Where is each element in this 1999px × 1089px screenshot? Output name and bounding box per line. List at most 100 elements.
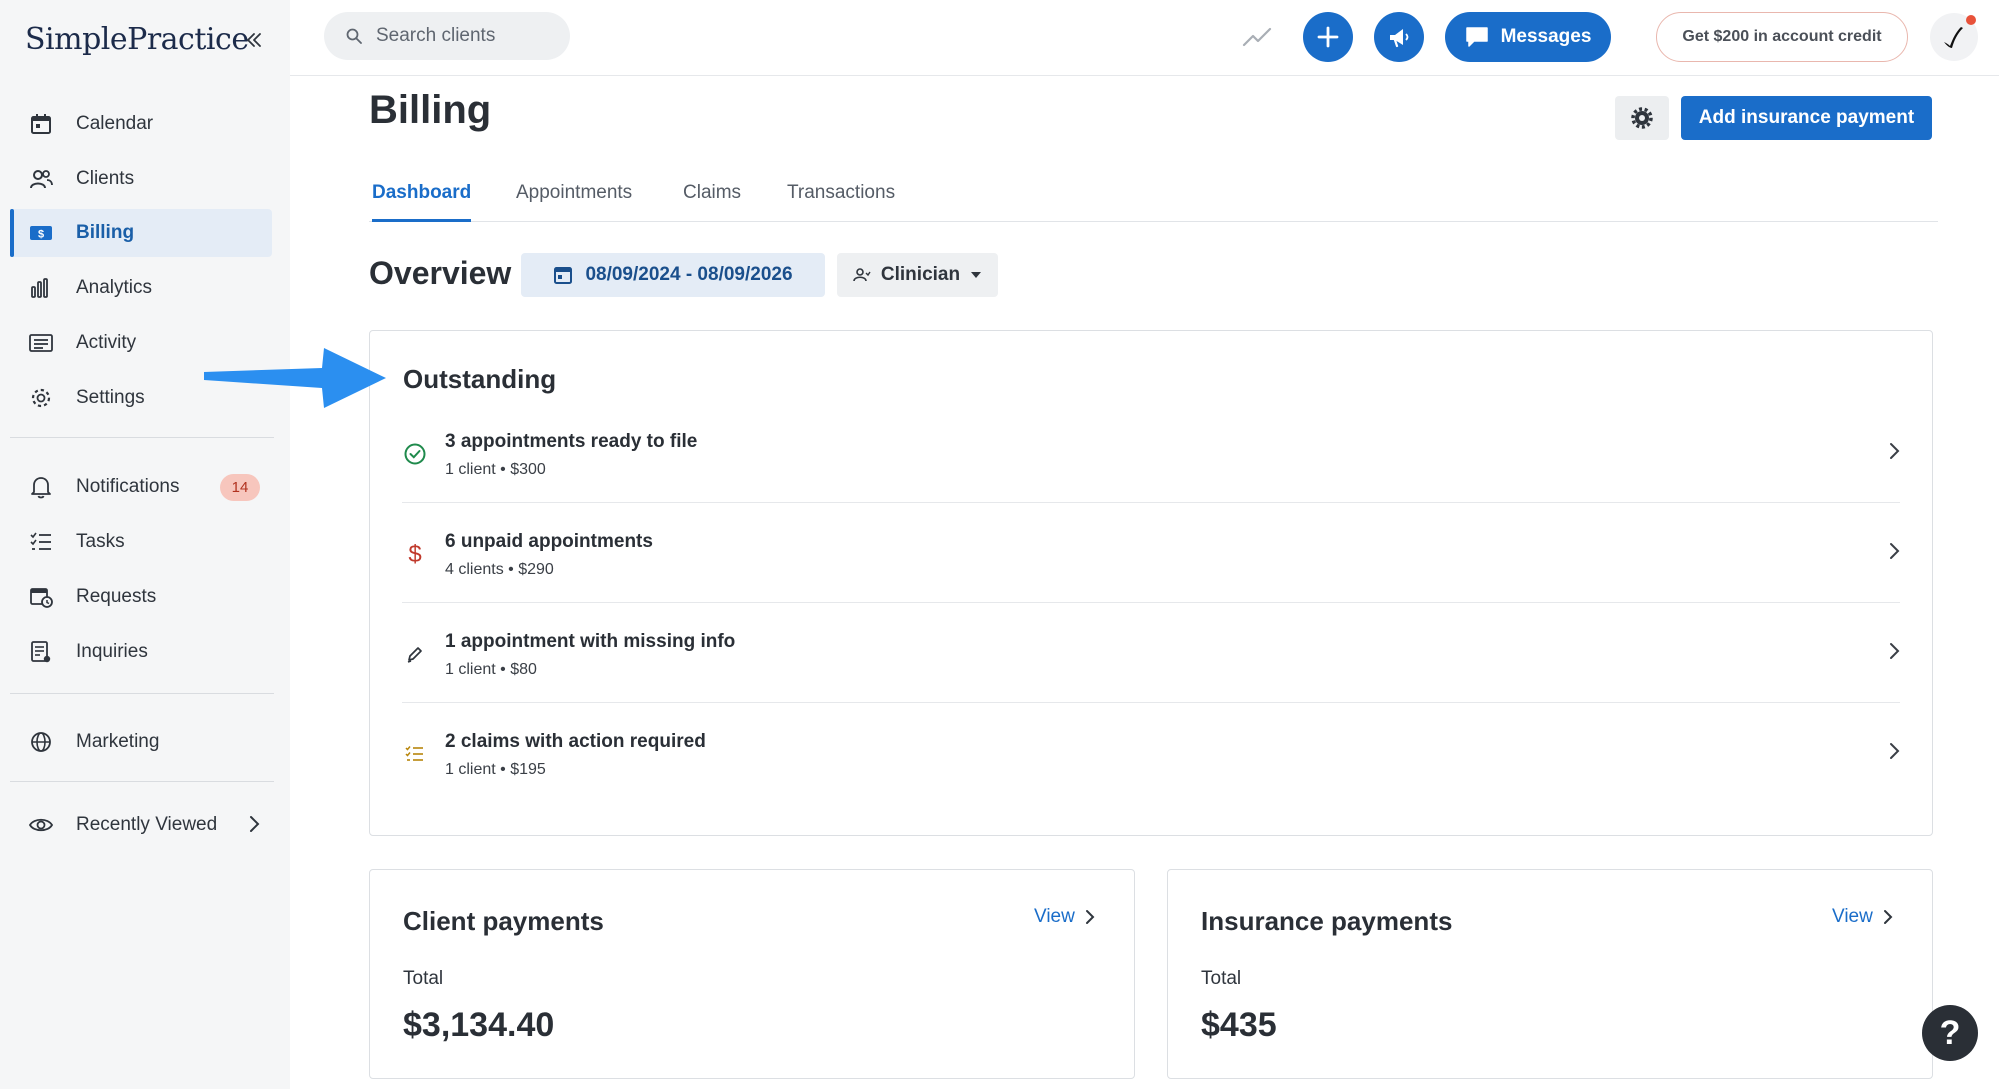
pencil-icon (402, 641, 428, 667)
clinician-icon (853, 267, 871, 283)
globe-icon (28, 729, 54, 755)
collapse-sidebar-button[interactable] (240, 26, 268, 54)
client-payments-total-value: $3,134.40 (403, 1006, 555, 1044)
calendar-icon (28, 111, 54, 137)
row-subtitle: 1 client • $300 (445, 461, 546, 478)
tab-claims[interactable]: Claims (683, 182, 741, 222)
add-insurance-payment-button[interactable]: Add insurance payment (1681, 96, 1932, 140)
row-subtitle: 4 clients • $290 (445, 561, 554, 578)
plus-icon (1317, 26, 1339, 48)
sidebar-item-label: Requests (76, 586, 157, 607)
activity-icon (28, 330, 54, 356)
chevron-right-icon (1888, 541, 1900, 561)
sidebar-item-label: Clients (76, 168, 135, 189)
calendar-icon (553, 265, 573, 285)
sidebar-item-recently-viewed[interactable]: Recently Viewed (10, 801, 272, 849)
help-button[interactable]: ? (1922, 1005, 1978, 1061)
chevron-right-icon (1085, 909, 1095, 925)
outstanding-row-unpaid[interactable]: $ 6 unpaid appointments 4 clients • $290 (402, 503, 1900, 603)
sidebar: SimplePractice Calendar Clients $ Billin… (0, 0, 290, 1089)
sidebar-item-billing[interactable]: $ Billing (10, 209, 272, 257)
clinician-filter-label: Clinician (880, 264, 961, 285)
chat-bubble-icon (1465, 26, 1489, 48)
sidebar-item-notifications[interactable]: Notifications 14 (10, 463, 272, 511)
sidebar-divider (10, 781, 274, 782)
view-label: View (1832, 906, 1873, 927)
billing-icon: $ (28, 220, 54, 246)
sidebar-item-label: Analytics (76, 277, 153, 298)
dollar-icon: $ (402, 541, 428, 567)
bell-icon (28, 474, 54, 500)
chevron-right-icon (1888, 641, 1900, 661)
sidebar-item-label: Billing (76, 222, 135, 243)
date-range-picker[interactable]: 08/09/2024 - 08/09/2026 (521, 253, 825, 297)
svg-text:$: $ (38, 229, 44, 241)
outstanding-title: Outstanding (403, 364, 557, 394)
sidebar-divider (10, 437, 274, 438)
search-box[interactable] (324, 12, 570, 60)
tab-transactions[interactable]: Transactions (787, 182, 895, 222)
tab-dashboard[interactable]: Dashboard (372, 182, 472, 222)
row-title: 2 claims with action required (445, 731, 706, 752)
page-title: Billing (369, 88, 492, 132)
sidebar-item-calendar[interactable]: Calendar (10, 100, 272, 148)
search-input[interactable] (376, 25, 556, 47)
outstanding-row-ready-to-file[interactable]: 3 appointments ready to file 1 client • … (402, 403, 1900, 503)
tasks-icon (28, 529, 54, 555)
trending-up-icon (1242, 27, 1272, 47)
tab-appointments[interactable]: Appointments (516, 182, 632, 222)
requests-icon (28, 584, 54, 610)
sidebar-item-marketing[interactable]: Marketing (10, 718, 272, 766)
eye-icon (28, 812, 54, 838)
annotation-arrow-icon (204, 348, 386, 408)
client-payments-view-link[interactable]: View (1034, 906, 1095, 928)
sidebar-item-analytics[interactable]: Analytics (10, 264, 272, 312)
insurance-payments-card: Insurance payments View Total $435 (1167, 869, 1933, 1079)
list-check-icon (402, 741, 428, 767)
chevron-right-icon (1888, 741, 1900, 761)
caret-down-icon (970, 271, 982, 279)
user-logo-icon (1944, 27, 1963, 48)
app-logo[interactable]: SimplePractice (25, 22, 249, 57)
sidebar-item-label: Settings (76, 387, 145, 408)
trend-button[interactable] (1240, 22, 1274, 52)
chevron-right-icon (1883, 909, 1893, 925)
account-credit-button[interactable]: Get $200 in account credit (1656, 12, 1908, 62)
check-circle-icon (402, 441, 428, 467)
insurance-payments-total-label: Total (1201, 968, 1242, 989)
billing-tabs: Dashboard Appointments Claims Transactio… (369, 170, 1938, 222)
row-subtitle: 1 client • $195 (445, 761, 546, 778)
create-new-button[interactable] (1303, 12, 1353, 62)
clients-icon (28, 166, 54, 192)
clinician-filter-dropdown[interactable]: Clinician (837, 253, 998, 297)
overview-title: Overview (369, 255, 512, 291)
sidebar-item-label: Tasks (76, 531, 125, 552)
sidebar-item-tasks[interactable]: Tasks (10, 518, 272, 566)
double-chevron-left-icon (247, 33, 261, 47)
sidebar-item-label: Calendar (76, 113, 154, 134)
insurance-payments-view-link[interactable]: View (1832, 906, 1893, 928)
announcements-button[interactable] (1374, 12, 1424, 62)
gear-icon (1631, 107, 1653, 129)
sidebar-item-inquiries[interactable]: Inquiries (10, 628, 272, 676)
row-title: 3 appointments ready to file (445, 431, 698, 452)
gear-icon (28, 385, 54, 411)
insurance-payments-title: Insurance payments (1201, 906, 1453, 936)
sidebar-item-label: Activity (76, 332, 137, 353)
sidebar-item-label: Marketing (76, 731, 160, 752)
outstanding-card: Outstanding 3 appointments ready to file… (369, 330, 1933, 836)
notification-count-badge: 14 (220, 474, 260, 501)
sidebar-item-label: Recently Viewed (76, 814, 218, 835)
sidebar-item-clients[interactable]: Clients (10, 155, 272, 203)
billing-settings-button[interactable] (1615, 96, 1669, 140)
client-payments-card: Client payments View Total $3,134.40 (369, 869, 1135, 1079)
outstanding-row-claims-action[interactable]: 2 claims with action required 1 client •… (402, 703, 1900, 803)
messages-button[interactable]: Messages (1445, 12, 1611, 62)
client-payments-total-label: Total (403, 968, 444, 989)
view-label: View (1034, 906, 1075, 927)
sidebar-item-requests[interactable]: Requests (10, 573, 272, 621)
analytics-icon (28, 275, 54, 301)
outstanding-row-missing-info[interactable]: 1 appointment with missing info 1 client… (402, 603, 1900, 703)
user-avatar[interactable] (1930, 13, 1978, 61)
row-title: 1 appointment with missing info (445, 631, 736, 652)
